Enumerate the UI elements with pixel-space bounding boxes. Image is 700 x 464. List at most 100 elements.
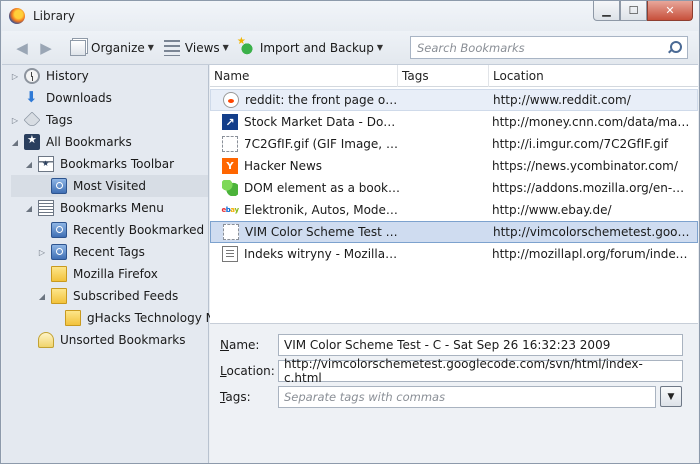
- column-header-tags[interactable]: Tags: [398, 65, 489, 87]
- bookmarks-list: Name Tags Location reddit: the front pag…: [210, 65, 698, 323]
- collapse-twisty-icon[interactable]: ◢: [10, 138, 20, 147]
- hacker-news-icon: Y: [222, 158, 238, 174]
- collapse-twisty-icon[interactable]: ◢: [37, 292, 47, 301]
- sidebar-item-mozilla-firefox[interactable]: Mozilla Firefox: [37, 263, 158, 285]
- sidebar-item-label: Mozilla Firefox: [73, 267, 158, 281]
- sidebar-item-label: Downloads: [46, 91, 112, 105]
- forward-arrow-icon[interactable]: ▶: [36, 38, 56, 58]
- sidebar-item-tags[interactable]: ▷ Tags: [10, 109, 73, 131]
- bookmark-details-pane: Name: VIM Color Scheme Test - C - Sat Se…: [210, 323, 698, 463]
- sidebar-item-label: Recent Tags: [73, 245, 145, 259]
- bookmark-name: reddit: the front page of th...: [245, 93, 401, 107]
- search-box[interactable]: [410, 36, 688, 59]
- minimize-button[interactable]: ▁: [593, 1, 620, 21]
- sidebar-item-label: Tags: [46, 113, 73, 127]
- tags-dropdown-button[interactable]: ▼: [660, 386, 682, 407]
- organize-icon: [70, 39, 86, 56]
- bookmark-location: https://news.ycombinator.com/: [492, 159, 678, 173]
- sidebar-item-unsorted-bookmarks[interactable]: Unsorted Bookmarks: [24, 329, 185, 351]
- name-label-accesskey: N: [220, 338, 229, 352]
- bookmark-name: DOM element as a bookm...: [244, 181, 400, 195]
- sidebar-item-most-visited[interactable]: Most Visited: [11, 175, 208, 197]
- bookmark-name: Stock Market Data - Dow J...: [244, 115, 400, 129]
- bookmark-name: Hacker News: [244, 159, 323, 173]
- window-controls: ▁ ☐ ✕: [593, 1, 693, 21]
- sidebar-item-history[interactable]: ▷ History: [10, 65, 89, 87]
- maximize-button[interactable]: ☐: [620, 1, 647, 21]
- name-label-text: ame:: [228, 338, 260, 352]
- expand-twisty-icon[interactable]: ▷: [10, 116, 20, 125]
- organize-button[interactable]: Organize ▼: [70, 37, 154, 59]
- smart-folder-icon: [51, 244, 67, 260]
- library-window: Library ▁ ☐ ✕ ◀ ▶ Organize ▼ Views ▼ Imp…: [0, 0, 700, 464]
- blank-page-icon: [223, 224, 239, 240]
- download-icon: [24, 88, 40, 106]
- firefox-icon: [9, 8, 25, 24]
- folder-icon: [51, 288, 67, 304]
- search-icon[interactable]: [667, 40, 682, 55]
- close-button[interactable]: ✕: [647, 1, 693, 21]
- sidebar-tree: ▷ History Downloads ▷ Tags ◢ All Bookmar…: [2, 65, 226, 463]
- location-label-text: ocation:: [226, 364, 275, 378]
- bookmark-location: https://addons.mozilla.org/en-US/f...: [492, 181, 690, 195]
- bookmark-name: 7C2GfIF.gif (GIF Image, 800...: [244, 137, 400, 151]
- tags-label-text: ags:: [225, 390, 251, 404]
- table-row-selected[interactable]: VIM Color Scheme Test - C... http://vimc…: [210, 221, 698, 243]
- chevron-down-icon: ▼: [667, 391, 675, 402]
- sidebar-item-subscribed-feeds[interactable]: ◢ Subscribed Feeds: [37, 285, 178, 307]
- column-headers: Name Tags Location: [210, 65, 698, 87]
- table-row[interactable]: DOM element as a bookm... https://addons…: [210, 177, 698, 199]
- import-backup-button[interactable]: Import and Backup ▼: [237, 36, 383, 59]
- table-row[interactable]: 7C2GfIF.gif (GIF Image, 800... http://i.…: [210, 133, 698, 155]
- sidebar-item-label: gHacks Technology N...: [87, 311, 227, 325]
- views-icon: [163, 39, 180, 56]
- table-row[interactable]: reddit: the front page of th... http://w…: [210, 89, 698, 111]
- bookmark-location: http://www.reddit.com/: [493, 93, 631, 107]
- back-arrow-icon[interactable]: ◀: [12, 38, 32, 58]
- dropdown-caret-icon: ▼: [376, 43, 383, 52]
- sidebar-item-label: Bookmarks Toolbar: [60, 157, 175, 171]
- name-field[interactable]: VIM Color Scheme Test - C - Sat Sep 26 1…: [278, 334, 683, 356]
- expand-twisty-icon[interactable]: ▷: [37, 248, 47, 257]
- sidebar-item-recent-tags[interactable]: ▷ Recent Tags: [37, 241, 145, 263]
- sidebar-item-ghacks[interactable]: gHacks Technology N...: [51, 307, 226, 329]
- location-field[interactable]: http://vimcolorschemetest.googlecode.com…: [278, 357, 683, 385]
- sidebar-item-recently-bookmarked[interactable]: Recently Bookmarked: [37, 219, 204, 241]
- bookmark-name: VIM Color Scheme Test - C...: [245, 225, 401, 239]
- bookmark-location: http://vimcolorschemetest.googlec...: [493, 225, 691, 239]
- sidebar-item-label: Most Visited: [73, 179, 147, 193]
- dropdown-caret-icon: ▼: [147, 43, 154, 52]
- column-header-location[interactable]: Location: [489, 65, 698, 87]
- sidebar-item-downloads[interactable]: Downloads: [10, 87, 112, 109]
- import-backup-icon: [237, 36, 255, 56]
- table-row[interactable]: ↗ Stock Market Data - Dow J... http://mon…: [210, 111, 698, 133]
- table-row[interactable]: Y Hacker News https://news.ycombinator.co…: [210, 155, 698, 177]
- sidebar-item-bookmarks-toolbar[interactable]: ◢ Bookmarks Toolbar: [24, 153, 174, 175]
- clock-icon: [24, 68, 40, 84]
- bookmark-location: http://money.cnn.com/data/marke...: [492, 115, 690, 129]
- location-label: Location:: [220, 364, 275, 378]
- views-button[interactable]: Views ▼: [163, 37, 229, 59]
- toolbar: ◀ ▶ Organize ▼ Views ▼ Import and Backup…: [2, 31, 698, 65]
- tags-field[interactable]: Separate tags with commas: [278, 386, 656, 408]
- sidebar-item-bookmarks-menu[interactable]: ◢ Bookmarks Menu: [24, 197, 164, 219]
- window-title: Library: [33, 9, 75, 23]
- name-label: Name:: [220, 338, 259, 352]
- folder-icon: [51, 266, 67, 282]
- bookmark-location: http://i.imgur.com/7C2GfIF.gif: [492, 137, 669, 151]
- smart-folder-icon: [51, 178, 67, 194]
- table-row[interactable]: e b a y Elektronik, Autos, Mode, S... http:/…: [210, 199, 698, 221]
- ebay-icon: ebay: [221, 206, 239, 214]
- collapse-twisty-icon[interactable]: ◢: [24, 160, 34, 169]
- expand-twisty-icon[interactable]: ▷: [10, 72, 20, 81]
- bookmark-name: Indeks witryny - MozillaPL...: [244, 247, 400, 261]
- search-input[interactable]: [417, 40, 667, 55]
- column-header-name[interactable]: Name: [210, 65, 398, 87]
- table-row[interactable]: Indeks witryny - MozillaPL... http://moz…: [210, 243, 698, 265]
- import-backup-label: Import and Backup: [259, 40, 374, 55]
- sidebar-item-label: Subscribed Feeds: [73, 289, 179, 303]
- collapse-twisty-icon[interactable]: ◢: [24, 204, 34, 213]
- reddit-icon: [223, 92, 239, 108]
- addon-puzzle-icon: [222, 180, 238, 196]
- sidebar-item-all-bookmarks[interactable]: ◢ All Bookmarks: [10, 131, 132, 153]
